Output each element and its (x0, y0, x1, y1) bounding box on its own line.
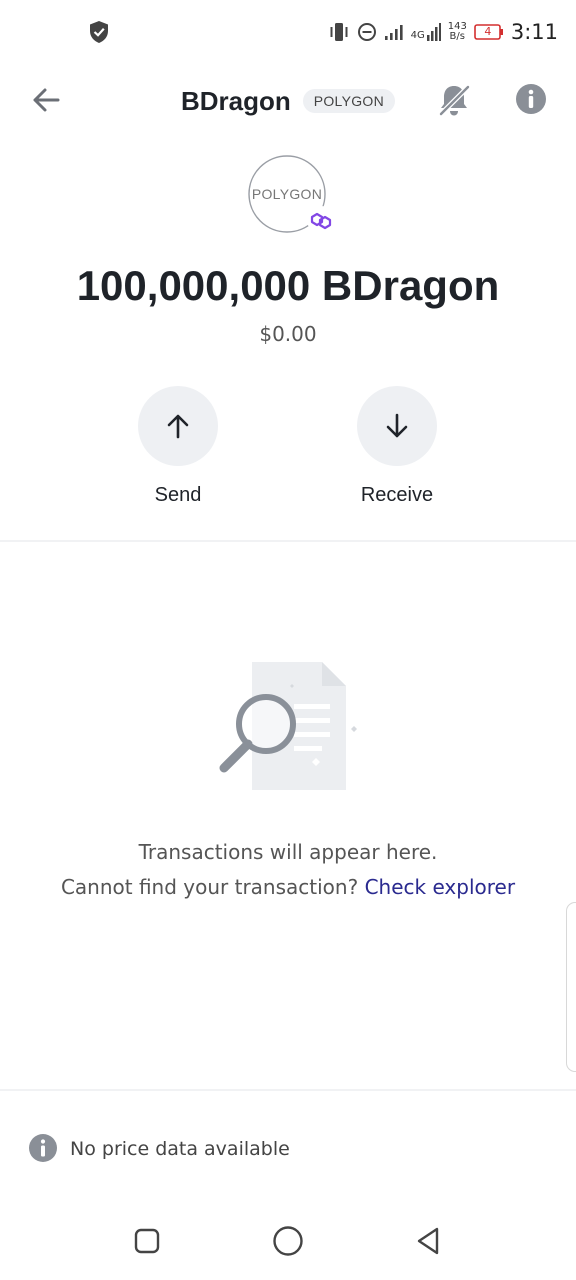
battery-level: 4 (484, 25, 492, 38)
battery-icon: 4 (474, 24, 504, 40)
info-icon (516, 84, 546, 114)
token-balance: 100,000,000 BDragon (76, 262, 500, 309)
empty-state-help-text: Cannot find your transaction? (60, 875, 359, 899)
vibrate-icon (330, 23, 348, 41)
network-speed: 143 B/s (448, 22, 467, 42)
arrow-down-icon (386, 413, 408, 438)
token-info-button[interactable] (514, 82, 548, 116)
send-label[interactable]: Send (98, 484, 258, 507)
page-title: BDragon (180, 85, 291, 116)
info-icon (29, 1134, 57, 1162)
network-badge: POLYGON (302, 89, 396, 113)
polygon-network-icon (310, 212, 332, 230)
signal-4g-icon: 4G (411, 23, 441, 41)
fiat-value: $0.00 (259, 322, 317, 346)
header-title-group: BDragon POLYGON (0, 83, 576, 119)
price-info-text: No price data available (70, 1138, 290, 1160)
section-divider (0, 540, 576, 542)
check-explorer-link[interactable]: Check explorer (365, 875, 515, 899)
home-button[interactable] (272, 1225, 304, 1257)
receive-label[interactable]: Receive (317, 484, 477, 507)
network-type: 4G (410, 30, 425, 41)
system-back-button[interactable] (414, 1226, 444, 1256)
network-speed-unit: B/s (449, 31, 465, 42)
shield-icon (90, 21, 108, 43)
signal-icon (384, 25, 403, 40)
send-button[interactable] (138, 386, 218, 466)
empty-transactions-illustration (219, 662, 357, 790)
recents-button[interactable] (134, 1228, 160, 1254)
edge-panel-handle[interactable] (566, 902, 576, 1072)
token-logo: POLYGON (247, 154, 332, 234)
price-alert-button[interactable] (434, 80, 474, 120)
receive-button[interactable] (357, 386, 437, 466)
empty-state-help: Cannot find your transaction? Check expl… (0, 875, 576, 899)
bell-off-icon (439, 85, 470, 116)
empty-state-message: Transactions will appear here. (138, 840, 438, 864)
price-divider (0, 1089, 576, 1091)
token-logo-text: POLYGON (251, 186, 323, 202)
arrow-up-icon (167, 414, 189, 439)
status-bar: 4G 143 B/s 4 3:11 (0, 0, 576, 64)
clock: 3:11 (510, 20, 558, 44)
do-not-disturb-icon (357, 23, 376, 41)
status-icons: 4G 143 B/s 4 3:11 (328, 16, 558, 48)
